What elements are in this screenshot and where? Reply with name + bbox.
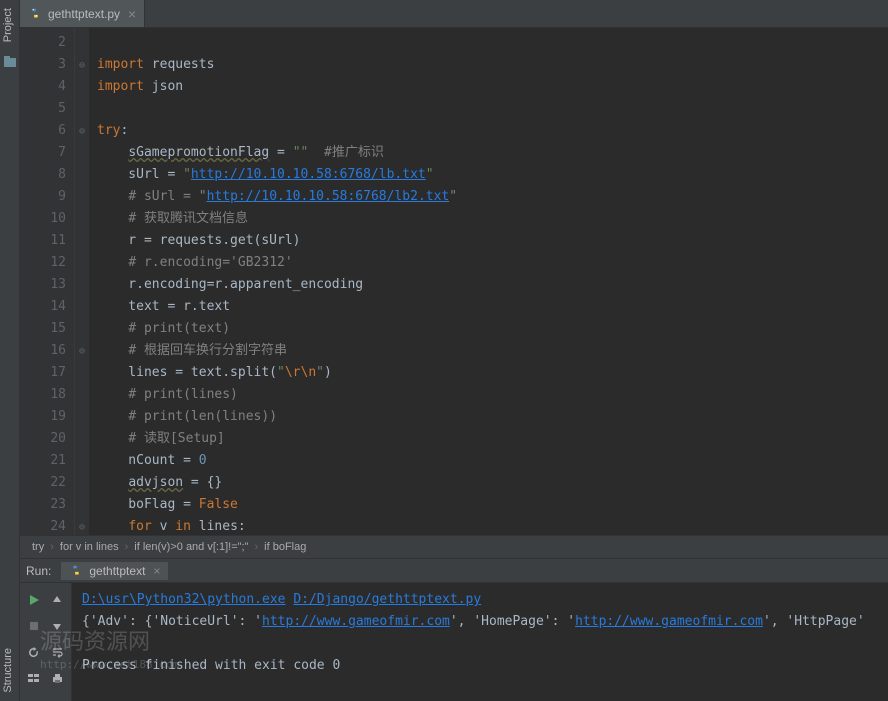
breadcrumb-bar: try›for v in lines›if len(v)>0 and v[:1]… [20,535,888,559]
project-tool-tab[interactable]: Project [0,0,19,50]
stop-button[interactable] [22,613,46,639]
rerun-button[interactable] [22,587,46,613]
fold-gutter: ⊖⊖⊖⊖ [75,28,89,535]
layout-button[interactable] [22,665,46,691]
breadcrumb-item[interactable]: try [32,541,44,553]
code-editor[interactable]: 23456789101112131415161718192021222324 ⊖… [20,28,888,535]
breadcrumb-item[interactable]: for v in lines [60,541,119,553]
run-header: Run: gethttptext × [20,559,888,583]
run-tab-label: gethttptext [89,564,145,578]
breadcrumb-item[interactable]: if boFlag [264,541,306,553]
editor-tab-gethttptext[interactable]: gethttptext.py × [20,0,145,27]
project-icon [2,54,18,70]
main-column: gethttptext.py × 23456789101112131415161… [20,0,888,701]
print-button[interactable] [46,665,70,691]
code-area[interactable]: import requestsimport json try: sGamepro… [89,28,888,535]
run-label: Run: [26,564,51,578]
close-tab-icon[interactable]: × [128,6,136,22]
run-panel: D:\usr\Python32\python.exe D:/Django/get… [20,583,888,701]
run-config-tab[interactable]: gethttptext × [61,562,168,580]
breadcrumb-item[interactable]: if len(v)>0 and v[:1]!=";" [134,541,248,553]
left-tool-rail: Project Structure [0,0,20,701]
editor-tab-bar: gethttptext.py × [20,0,888,28]
scroll-up-button[interactable] [46,587,70,613]
close-run-tab-icon[interactable]: × [153,564,160,578]
console-output[interactable]: D:\usr\Python32\python.exe D:/Django/get… [72,583,888,701]
run-toolbar [20,583,72,701]
restart-button[interactable] [22,639,46,665]
line-number-gutter: 23456789101112131415161718192021222324 [20,28,75,535]
python-run-icon [69,564,83,578]
wrap-button[interactable] [46,639,70,665]
structure-tool-tab[interactable]: Structure [0,640,19,701]
scroll-down-button[interactable] [46,613,70,639]
tab-label: gethttptext.py [48,7,120,21]
python-file-icon [28,7,42,21]
